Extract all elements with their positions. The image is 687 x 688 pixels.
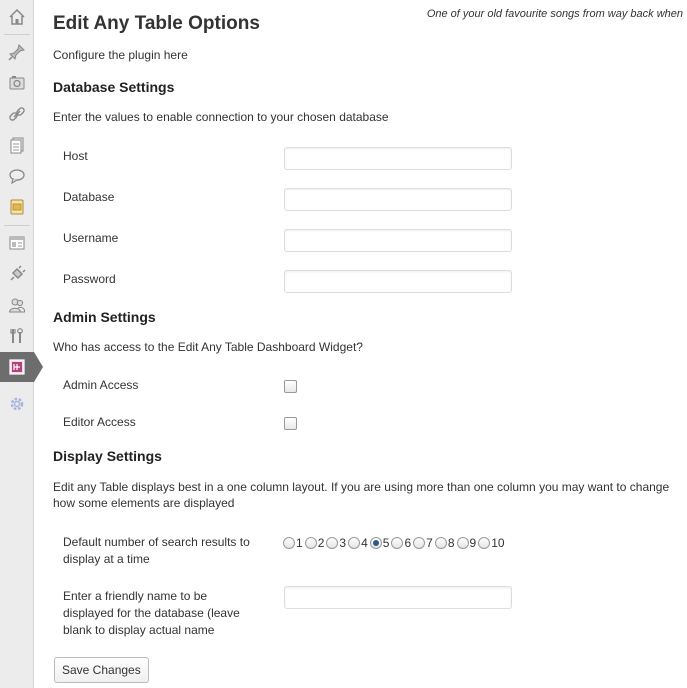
- save-changes-button[interactable]: Save Changes: [54, 657, 149, 683]
- users-icon[interactable]: [0, 290, 33, 320]
- search-results-option-10[interactable]: 10: [478, 536, 506, 550]
- tools-icon[interactable]: [0, 321, 33, 351]
- database-settings-heading: Database Settings: [53, 79, 175, 95]
- admin-access-label: Admin Access: [63, 378, 139, 392]
- admin-settings-heading: Admin Settings: [53, 309, 156, 325]
- comments-icon[interactable]: [0, 161, 33, 191]
- database-input[interactable]: [284, 188, 512, 211]
- display-settings-description: Edit any Table displays best in a one co…: [53, 480, 670, 510]
- search-results-option-7[interactable]: 7: [413, 536, 435, 550]
- radio-option-label: 4: [361, 536, 368, 550]
- plugins-icon[interactable]: [0, 259, 33, 289]
- admin-access-checkbox[interactable]: [284, 380, 297, 393]
- radio-button[interactable]: [391, 537, 404, 549]
- appearance-icon[interactable]: [0, 228, 33, 258]
- pages-icon[interactable]: [0, 130, 33, 160]
- host-input[interactable]: [284, 147, 512, 170]
- admin-sidebar: [0, 0, 43, 688]
- active-menu-arrow: [34, 352, 43, 382]
- dashboard-icon[interactable]: [0, 2, 33, 32]
- radio-button[interactable]: [326, 537, 339, 549]
- radio-button[interactable]: [413, 537, 426, 549]
- friendly-name-label: Enter a friendly name to be displayed fo…: [63, 589, 240, 637]
- page-title: Edit Any Table Options: [53, 13, 260, 34]
- radio-option-label: 6: [404, 536, 412, 550]
- radio-option-label: 2: [317, 536, 325, 550]
- password-input[interactable]: [284, 270, 512, 293]
- radio-option-label: 3: [339, 536, 347, 550]
- radio-button[interactable]: [478, 537, 491, 549]
- display-settings-heading: Display Settings: [53, 448, 162, 464]
- search-results-option-4[interactable]: 4: [348, 536, 370, 550]
- search-results-option-6[interactable]: 6: [391, 536, 413, 550]
- database-settings-description: Enter the values to enable connection to…: [53, 110, 389, 124]
- editor-access-checkbox[interactable]: [284, 417, 297, 430]
- search-results-option-5[interactable]: 5: [369, 536, 392, 550]
- radio-option-label: 10: [491, 536, 505, 550]
- hello-dolly-lyrics: One of your old favourite songs from way…: [426, 8, 683, 20]
- radio-option-label: 8: [447, 536, 455, 550]
- settings-icon[interactable]: [0, 389, 33, 419]
- media-icon[interactable]: [0, 68, 33, 98]
- search-results-label: Default number of search results to disp…: [63, 535, 250, 566]
- radio-button[interactable]: [304, 537, 317, 549]
- edit-any-table-icon[interactable]: [0, 352, 34, 382]
- radio-button[interactable]: [283, 537, 295, 549]
- friendly-name-input[interactable]: [284, 586, 512, 609]
- radio-option-label: 5: [382, 536, 390, 550]
- editor-access-label: Editor Access: [63, 415, 136, 429]
- search-results-option-1[interactable]: 1: [283, 536, 305, 550]
- radio-option-label: 1: [296, 536, 303, 550]
- radio-option-label: 7: [426, 536, 433, 550]
- search-results-option-8[interactable]: 8: [434, 536, 457, 550]
- radio-button[interactable]: [456, 537, 469, 549]
- database-label: Database: [63, 190, 115, 204]
- host-label: Host: [63, 149, 88, 163]
- radio-option-label: 9: [469, 536, 477, 550]
- password-label: Password: [63, 272, 116, 286]
- radio-button[interactable]: [369, 537, 382, 549]
- links-icon[interactable]: [0, 99, 33, 129]
- search-results-radio-group: 1 2 3 4 5 6 7 8 9 10: [283, 536, 507, 550]
- username-input[interactable]: [284, 229, 512, 252]
- page-intro: Configure the plugin here: [53, 48, 188, 62]
- feedback-icon[interactable]: [0, 192, 33, 222]
- search-results-option-3[interactable]: 3: [326, 536, 348, 550]
- radio-button[interactable]: [434, 537, 447, 549]
- radio-button[interactable]: [348, 537, 361, 549]
- search-results-option-9[interactable]: 9: [456, 536, 479, 550]
- posts-icon[interactable]: [0, 37, 33, 67]
- username-label: Username: [63, 231, 119, 245]
- admin-settings-description: Who has access to the Edit Any Table Das…: [53, 340, 363, 354]
- search-results-option-2[interactable]: 2: [304, 536, 327, 550]
